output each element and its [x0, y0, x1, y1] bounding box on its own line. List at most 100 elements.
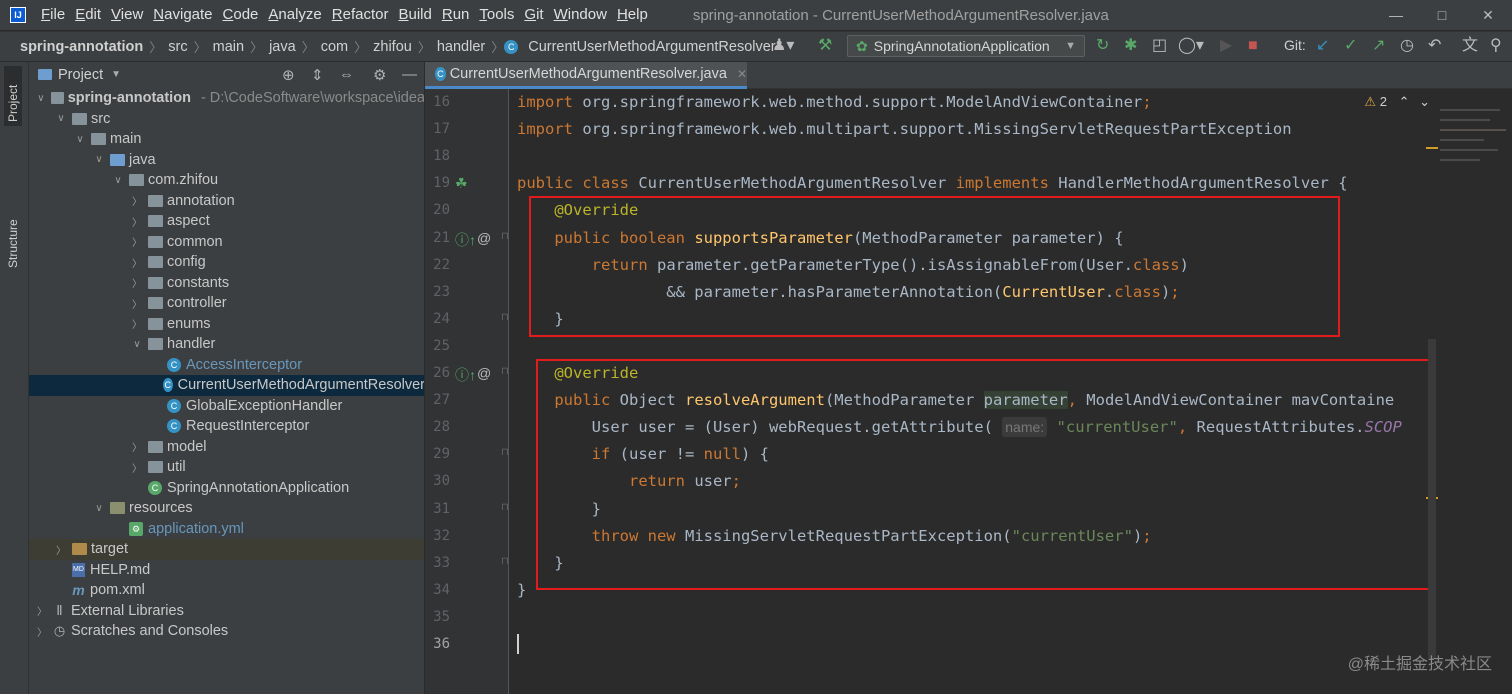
- chevron-down-icon[interactable]: ∨: [130, 339, 144, 350]
- chevron-right-icon[interactable]: 〉: [35, 603, 49, 618]
- coverage-icon[interactable]: ◰: [1152, 37, 1167, 55]
- code-line[interactable]: import org.springframework.web.multipart…: [517, 116, 1292, 143]
- code-editor[interactable]: import org.springframework.web.method.su…: [510, 89, 1440, 694]
- menu-navigate[interactable]: Navigate: [148, 0, 217, 30]
- menu-code[interactable]: Code: [218, 0, 264, 30]
- breadcrumb-item[interactable]: spring-annotation: [14, 39, 149, 55]
- chevron-down-icon[interactable]: ▼: [111, 69, 121, 80]
- menu-git[interactable]: Git: [519, 0, 548, 30]
- breadcrumb-item[interactable]: com: [315, 39, 354, 55]
- tree-node[interactable]: 〉 config: [29, 252, 424, 273]
- breadcrumb-item[interactable]: src: [162, 39, 193, 55]
- annotation-gutter-icon[interactable]: @: [477, 365, 491, 381]
- tree-node[interactable]: ⚙ application.yml: [29, 519, 424, 540]
- code-line[interactable]: }: [517, 577, 526, 604]
- chevron-right-icon[interactable]: 〉: [130, 439, 144, 454]
- chevron-down-icon[interactable]: ∨: [92, 503, 106, 514]
- intellij-logo-icon[interactable]: IJ: [10, 7, 26, 23]
- fold-marker-icon[interactable]: ⊓: [501, 447, 509, 458]
- chevron-up-icon[interactable]: ⌃: [1399, 94, 1410, 109]
- close-tab-icon[interactable]: ✕: [737, 67, 747, 81]
- tree-node[interactable]: 〉 model: [29, 437, 424, 458]
- fold-marker-icon[interactable]: ⊓: [501, 556, 509, 567]
- tree-node[interactable]: C SpringAnnotationApplication: [29, 478, 424, 499]
- chevron-right-icon[interactable]: 〉: [130, 234, 144, 249]
- breadcrumb-item[interactable]: CurrentUserMethodArgumentResolver: [522, 39, 781, 55]
- rollback-icon[interactable]: ↶: [1428, 37, 1441, 55]
- chevron-right-icon[interactable]: 〉: [130, 296, 144, 311]
- minimize-icon[interactable]: —: [1374, 0, 1418, 30]
- project-panel-title[interactable]: Project: [58, 67, 103, 83]
- expand-all-icon[interactable]: ⇕: [311, 66, 324, 84]
- menu-analyze[interactable]: Analyze: [263, 0, 326, 30]
- fold-marker-icon[interactable]: ⊓: [501, 312, 509, 323]
- menu-build[interactable]: Build: [393, 0, 436, 30]
- chevron-right-icon[interactable]: 〉: [130, 275, 144, 290]
- hide-icon[interactable]: —: [402, 66, 417, 83]
- tree-node[interactable]: ∨ resources: [29, 498, 424, 519]
- translate-icon[interactable]: 文: [1462, 37, 1478, 55]
- breadcrumb-item[interactable]: main: [207, 39, 250, 55]
- menu-tools[interactable]: Tools: [474, 0, 519, 30]
- tree-node[interactable]: ∨ spring-annotation - D:\CodeSoftware\work…: [29, 88, 424, 109]
- tree-node[interactable]: 〉 constants: [29, 273, 424, 294]
- tree-node[interactable]: m pom.xml: [29, 580, 424, 601]
- tree-node[interactable]: ∨ com.zhifou: [29, 170, 424, 191]
- tab-current-user-resolver[interactable]: C CurrentUserMethodArgumentResolver.java…: [425, 62, 747, 89]
- chevron-down-icon[interactable]: ∨: [54, 113, 68, 124]
- code-line[interactable]: import org.springframework.web.method.su…: [517, 89, 1152, 116]
- git-update-icon[interactable]: ↙: [1316, 37, 1329, 55]
- tree-node[interactable]: 〉 common: [29, 232, 424, 253]
- profile-icon[interactable]: ◯▾: [1178, 37, 1204, 55]
- menu-view[interactable]: View: [106, 0, 148, 30]
- history-icon[interactable]: ◷: [1400, 37, 1414, 55]
- tree-node[interactable]: C GlobalExceptionHandler: [29, 396, 424, 417]
- warning-stripe-mark[interactable]: [1426, 147, 1438, 149]
- run-icon[interactable]: ▶: [1220, 37, 1232, 55]
- chevron-right-icon[interactable]: 〉: [130, 214, 144, 229]
- collapse-all-icon[interactable]: ⇔: [339, 66, 354, 83]
- debug-icon[interactable]: ✱: [1124, 37, 1137, 55]
- menu-edit[interactable]: Edit: [70, 0, 106, 30]
- chevron-down-icon[interactable]: ∨: [73, 134, 87, 145]
- chevron-right-icon[interactable]: 〉: [130, 460, 144, 475]
- chevron-down-icon[interactable]: ∨: [111, 175, 125, 186]
- breadcrumb-item[interactable]: handler: [431, 39, 491, 55]
- menu-run[interactable]: Run: [437, 0, 475, 30]
- spring-bean-icon[interactable]: ☘: [455, 175, 468, 192]
- chevron-down-icon[interactable]: ∨: [92, 154, 106, 165]
- tree-node[interactable]: 〉 ◷ Scratches and Consoles: [29, 621, 424, 642]
- maximize-icon[interactable]: □: [1420, 0, 1464, 30]
- chevron-right-icon[interactable]: 〉: [130, 193, 144, 208]
- menu-file[interactable]: File: [36, 0, 70, 30]
- project-tool-tab[interactable]: Project: [4, 66, 22, 126]
- tree-node[interactable]: C RequestInterceptor: [29, 416, 424, 437]
- tree-node[interactable]: 〉 target: [29, 539, 424, 560]
- annotation-gutter-icon[interactable]: @: [477, 230, 491, 246]
- stop-icon[interactable]: ■: [1248, 37, 1258, 55]
- build-hammer-icon[interactable]: ⚒: [818, 37, 832, 55]
- scrollbar-thumb[interactable]: [1428, 339, 1436, 659]
- tree-node[interactable]: 〉 util: [29, 457, 424, 478]
- fold-marker-icon[interactable]: ⊓: [501, 502, 509, 513]
- menu-refactor[interactable]: Refactor: [327, 0, 394, 30]
- tree-node[interactable]: C CurrentUserMethodArgumentResolver: [29, 375, 424, 396]
- tree-node[interactable]: MD HELP.md: [29, 560, 424, 581]
- tree-node[interactable]: 〉 annotation: [29, 191, 424, 212]
- implements-method-icon[interactable]: ⓘ↑: [455, 365, 476, 385]
- implements-method-icon[interactable]: ⓘ↑: [455, 230, 476, 250]
- structure-tool-tab[interactable]: Structure: [4, 202, 22, 272]
- breadcrumb-item[interactable]: zhifou: [367, 39, 418, 55]
- tree-node[interactable]: ∨ main: [29, 129, 424, 150]
- tree-node[interactable]: ∨ handler: [29, 334, 424, 355]
- rerun-icon[interactable]: ↻: [1096, 37, 1109, 55]
- tree-node[interactable]: 〉 Ⅱ External Libraries: [29, 601, 424, 622]
- menu-window[interactable]: Window: [549, 0, 612, 30]
- tree-node[interactable]: ∨ src: [29, 109, 424, 130]
- tree-node[interactable]: 〉 controller: [29, 293, 424, 314]
- chevron-down-icon[interactable]: ⌄: [1419, 94, 1430, 109]
- chevron-right-icon[interactable]: 〉: [35, 624, 49, 639]
- tree-node[interactable]: 〉 enums: [29, 314, 424, 335]
- code-line[interactable]: public class CurrentUserMethodArgumentRe…: [517, 170, 1348, 197]
- git-commit-icon[interactable]: ✓: [1344, 37, 1357, 55]
